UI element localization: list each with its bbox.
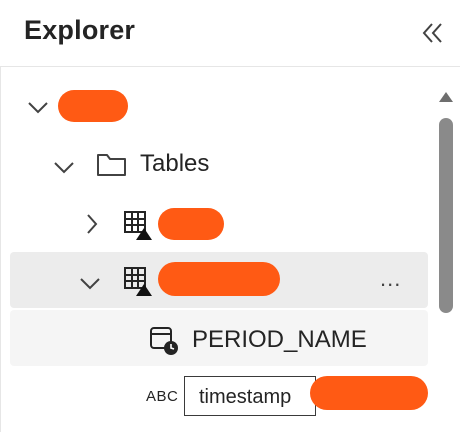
redacted-database-name <box>58 90 128 122</box>
collapse-panel-button[interactable] <box>418 18 448 48</box>
panel-left-border <box>0 66 1 432</box>
scroll-up-arrow[interactable] <box>438 90 454 104</box>
chevron-down-icon[interactable] <box>78 276 102 292</box>
tree-item-database[interactable] <box>10 80 428 136</box>
chevron-down-icon[interactable] <box>52 160 76 176</box>
more-options-button[interactable]: ... <box>380 266 401 292</box>
tables-folder-label: Tables <box>140 150 210 177</box>
panel-title: Explorer <box>24 15 136 45</box>
calendar-clock-icon <box>150 327 178 355</box>
double-chevron-left-icon <box>422 23 442 43</box>
tree-item-column[interactable]: PERIOD_NAME <box>10 310 428 366</box>
tree-item-tables-folder[interactable]: Tables <box>10 136 428 192</box>
redacted-table-name <box>158 208 224 240</box>
table-icon <box>124 211 152 240</box>
table-icon <box>124 267 152 296</box>
folder-icon <box>97 154 126 176</box>
scrollbar-thumb[interactable] <box>439 118 453 313</box>
type-abc-label: ABC <box>146 388 179 405</box>
header-divider <box>0 66 460 67</box>
redacted-input-text <box>310 376 428 410</box>
column-label: PERIOD_NAME <box>192 326 367 353</box>
redacted-table-name <box>158 262 280 296</box>
chevron-down-icon[interactable] <box>26 100 50 116</box>
column-name-input-value: timestamp <box>199 386 292 408</box>
chevron-right-icon[interactable] <box>84 212 100 236</box>
tree-item-table[interactable] <box>10 196 428 252</box>
tree-item-table-selected[interactable]: ... <box>10 252 428 308</box>
explorer-panel: Explorer Tables ... PERIOD_NAME ABC time… <box>0 0 474 432</box>
